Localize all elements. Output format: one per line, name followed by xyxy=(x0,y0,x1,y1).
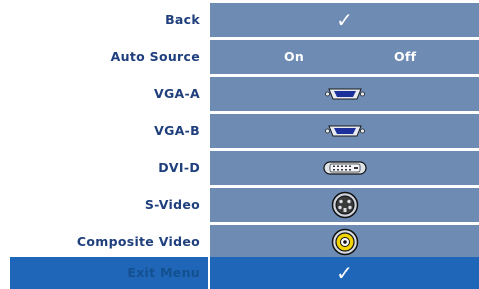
auto-source-panel[interactable]: On Off xyxy=(210,40,479,74)
exit-panel[interactable]: ✓ xyxy=(210,257,479,289)
menu-row-vga-b[interactable]: VGA-B xyxy=(10,114,479,150)
menu-row-vga-a[interactable]: VGA-A xyxy=(10,77,479,113)
menu-row-composite-video[interactable]: Composite Video xyxy=(10,225,479,261)
dvi-d-label: DVI-D xyxy=(158,160,200,175)
vga-b-panel[interactable] xyxy=(210,114,479,148)
menu-row-dvi-d[interactable]: DVI-D xyxy=(10,151,479,187)
auto-source-on-option[interactable]: On xyxy=(284,40,304,74)
vga-a-label: VGA-A xyxy=(154,86,200,101)
menu-row-s-video[interactable]: S-Video xyxy=(10,188,479,224)
back-label: Back xyxy=(165,12,200,27)
dvi-connector-icon[interactable] xyxy=(322,160,367,176)
vga-connector-icon[interactable] xyxy=(324,124,365,138)
menu-row-auto-source[interactable]: Auto Source On Off xyxy=(10,40,479,76)
vga-a-panel[interactable] xyxy=(210,77,479,111)
checkmark-icon[interactable]: ✓ xyxy=(336,10,353,30)
vga-connector-icon[interactable] xyxy=(324,87,365,101)
menu-row-back[interactable]: Back ✓ xyxy=(10,3,479,39)
s-video-panel[interactable] xyxy=(210,188,479,222)
checkmark-icon[interactable]: ✓ xyxy=(336,263,353,283)
exit-menu-label[interactable]: Exit Menu xyxy=(10,257,208,289)
composite-video-label: Composite Video xyxy=(76,234,200,249)
menu-row-exit[interactable]: Exit Menu ✓ xyxy=(10,257,479,289)
auto-source-label: Auto Source xyxy=(110,49,200,64)
osd-source-menu: Back ✓ Auto Source On Off VGA-A VGA-B DV… xyxy=(0,0,479,289)
composite-video-panel[interactable] xyxy=(210,225,479,259)
s-video-connector-icon[interactable] xyxy=(331,191,359,219)
vga-b-label: VGA-B xyxy=(154,123,200,138)
back-panel[interactable]: ✓ xyxy=(210,3,479,37)
rca-connector-icon[interactable] xyxy=(331,228,359,256)
s-video-label: S-Video xyxy=(144,197,200,212)
dvi-d-panel[interactable] xyxy=(210,151,479,185)
auto-source-off-option[interactable]: Off xyxy=(394,40,416,74)
